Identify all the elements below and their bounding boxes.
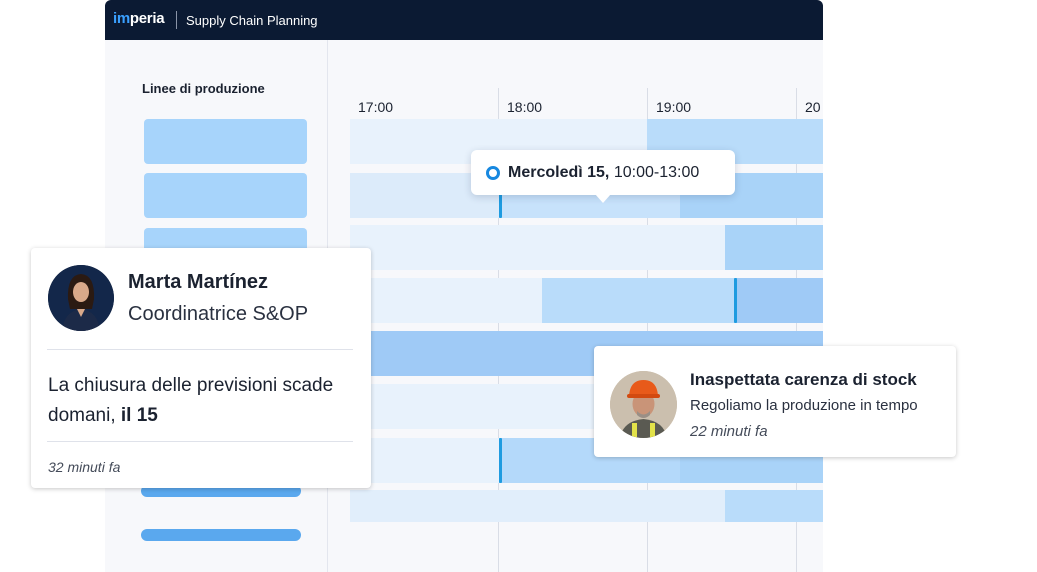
tooltip-time: 10:00-13:00 <box>613 164 700 181</box>
schedule-grid: 17:00 18:00 19:00 20 <box>328 40 823 572</box>
avatar <box>48 265 114 331</box>
production-block[interactable] <box>725 225 823 270</box>
avatar <box>610 371 677 438</box>
production-block[interactable] <box>542 278 735 323</box>
production-line-2[interactable] <box>144 173 307 218</box>
alert-title: Inaspettata carenza di stock <box>690 370 917 389</box>
sender-name: Marta Martínez <box>128 271 269 293</box>
radio-dot-icon <box>486 166 500 180</box>
imperia-logo[interactable]: imperia <box>113 10 165 27</box>
production-block[interactable] <box>735 278 823 323</box>
block-start-marker <box>734 278 737 323</box>
panel-title: Linee di produzione <box>142 81 265 96</box>
app-title: Supply Chain Planning <box>186 13 318 28</box>
tooltip-date: Mercoledì 15, <box>508 164 610 181</box>
timestamp: 32 minuti fa <box>48 459 121 475</box>
title-divider <box>176 11 177 29</box>
message-text: La chiusura delle previsioni scade doman… <box>48 375 334 426</box>
production-line-9[interactable] <box>141 529 301 541</box>
block-start-marker <box>499 192 502 218</box>
production-block[interactable] <box>725 490 823 522</box>
tooltip-text: Mercoledì 15, 10:00-13:00 <box>508 164 699 182</box>
worker-portrait-icon <box>610 371 677 438</box>
tooltip-arrow <box>595 194 611 203</box>
hour-label: 17:00 <box>358 99 394 115</box>
divider <box>47 441 353 442</box>
hour-label: 19:00 <box>656 99 692 115</box>
divider <box>47 349 353 350</box>
notification-card-stock[interactable]: Inaspettata carenza di stock Regoliamo l… <box>594 346 956 457</box>
hour-label: 20 <box>805 99 821 115</box>
notification-message: La chiusura delle previsioni scade doman… <box>48 371 348 431</box>
block-start-marker <box>499 438 502 483</box>
message-highlight: il 15 <box>120 405 158 426</box>
top-bar: imperia Supply Chain Planning <box>105 0 823 40</box>
timestamp: 22 minuti fa <box>690 423 768 440</box>
time-slot-tooltip: Mercoledì 15, 10:00-13:00 <box>471 150 735 203</box>
production-line-1[interactable] <box>144 119 307 164</box>
notification-card-forecast[interactable]: Marta Martínez Coordinatrice S&OP La chi… <box>31 248 371 488</box>
alert-subtitle: Regoliamo la produzione in tempo <box>690 397 918 414</box>
woman-portrait-icon <box>48 265 114 331</box>
hour-label: 18:00 <box>507 99 543 115</box>
sender-role: Coordinatrice S&OP <box>128 303 309 325</box>
